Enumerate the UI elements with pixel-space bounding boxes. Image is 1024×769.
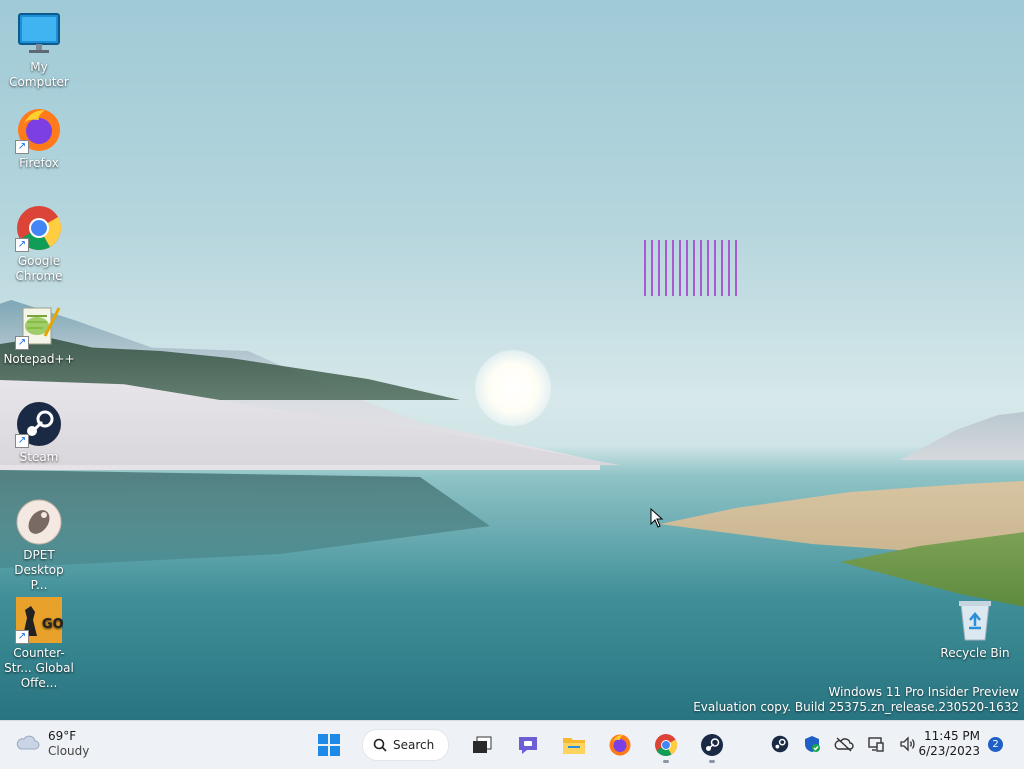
- cloud-icon: [14, 733, 40, 755]
- dpet-icon: [15, 498, 63, 546]
- task-view-icon: [473, 736, 492, 753]
- icon-label: My Computer: [9, 60, 69, 89]
- taskbar: 69°F Cloudy Search 11:45 PM 6/23/2023 2: [0, 720, 1024, 769]
- file-explorer-icon: [563, 738, 586, 754]
- steam-icon: [701, 734, 724, 756]
- notification-badge[interactable]: 2: [988, 737, 1003, 752]
- desktop-icon-steam[interactable]: ↗ Steam: [1, 400, 77, 465]
- onedrive-icon[interactable]: [832, 729, 856, 759]
- icon-label: Firefox: [19, 156, 59, 170]
- shortcut-arrow-icon: ↗: [15, 238, 29, 252]
- search-box[interactable]: Search: [362, 729, 450, 761]
- shortcut-arrow-icon: ↗: [15, 630, 29, 644]
- mountain-right: [900, 410, 1024, 460]
- chat-icon: [519, 737, 538, 754]
- network-icon[interactable]: [864, 729, 888, 759]
- firefox-icon: ↗: [15, 106, 63, 154]
- desktop-icon-firefox[interactable]: ↗ Firefox: [1, 106, 77, 171]
- chrome-icon: [655, 734, 678, 756]
- shortcut-arrow-icon: ↗: [15, 140, 29, 154]
- notepadpp-icon: ↗: [15, 302, 63, 350]
- chat-button[interactable]: [509, 726, 547, 764]
- steam-icon: ↗: [15, 400, 63, 448]
- steam-tray-icon[interactable]: [768, 729, 792, 759]
- chrome-icon: ↗: [15, 204, 63, 252]
- desktop-icon-csgo[interactable]: GO ↗ Counter-Str... Global Offe...: [1, 596, 77, 691]
- desktop-icon-dpet[interactable]: DPET Desktop P...: [1, 498, 77, 593]
- start-button[interactable]: [310, 726, 348, 764]
- start-icon: [318, 734, 340, 756]
- weather-widget[interactable]: 69°F Cloudy: [14, 729, 89, 759]
- steam-taskbar-button[interactable]: [693, 726, 731, 764]
- clock-date: 6/23/2023: [918, 744, 980, 758]
- volume-icon[interactable]: [896, 729, 920, 759]
- clock[interactable]: 11:45 PM 6/23/2023: [918, 729, 980, 759]
- mouse-cursor-icon: [650, 507, 664, 532]
- task-view-button[interactable]: [463, 726, 501, 764]
- windows-watermark: Windows 11 Pro Insider Preview Evaluatio…: [693, 685, 1019, 715]
- recycle-bin-icon: [951, 596, 999, 644]
- sun: [475, 350, 551, 426]
- lake-reflection: [0, 470, 490, 568]
- monitor-icon: [15, 10, 63, 58]
- svg-text:GO: GO: [42, 617, 63, 632]
- desktop[interactable]: My Computer ↗ Firefox ↗ Google Chrome ↗ …: [0, 0, 1024, 720]
- shortcut-arrow-icon: ↗: [15, 434, 29, 448]
- icon-label: Recycle Bin: [940, 646, 1010, 660]
- clock-time: 11:45 PM: [924, 729, 980, 743]
- icon-label: Steam: [19, 450, 59, 464]
- icon-label: DPET Desktop P...: [14, 548, 64, 592]
- system-tray: [768, 729, 920, 759]
- csgo-icon: GO ↗: [15, 596, 64, 644]
- desktop-icon-my-computer[interactable]: My Computer: [1, 10, 77, 90]
- shortcut-arrow-icon: ↗: [15, 336, 29, 350]
- watermark-line-1: Windows 11 Pro Insider Preview: [828, 685, 1019, 699]
- desktop-icon-chrome[interactable]: ↗ Google Chrome: [1, 204, 77, 284]
- weather-temp: 69°F: [48, 729, 77, 743]
- watermark-line-2: Evaluation copy. Build 25375.zn_release.…: [693, 700, 1019, 714]
- search-label: Search: [393, 738, 435, 752]
- icon-label: Notepad++: [3, 352, 75, 366]
- weather-condition: Cloudy: [48, 744, 90, 758]
- security-icon[interactable]: [800, 729, 824, 759]
- icon-label: Google Chrome: [15, 254, 63, 283]
- chrome-taskbar-button[interactable]: [647, 726, 685, 764]
- glitch-artifact: [644, 240, 742, 296]
- taskbar-apps: Search: [310, 725, 731, 765]
- desktop-icon-notepadpp[interactable]: ↗ Notepad++: [1, 302, 77, 367]
- file-explorer-button[interactable]: [555, 726, 593, 764]
- search-icon: [373, 738, 387, 752]
- desktop-icon-recycle-bin[interactable]: Recycle Bin: [937, 596, 1013, 661]
- icon-label: Counter-Str... Global Offe...: [4, 646, 74, 690]
- firefox-taskbar-button[interactable]: [601, 726, 639, 764]
- firefox-icon: [609, 734, 631, 756]
